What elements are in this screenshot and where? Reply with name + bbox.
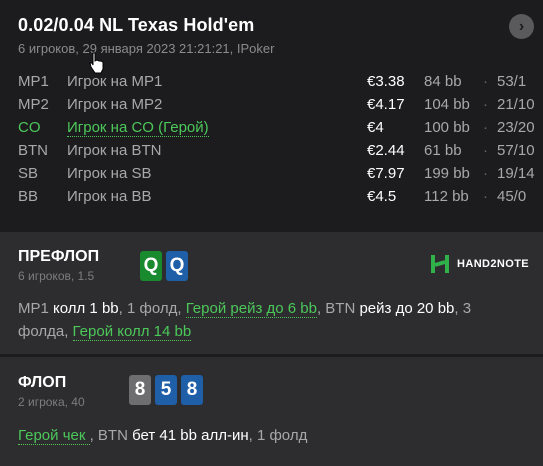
player-stack: €3.38 [367,73,405,90]
player-stats: 21/10 [497,96,535,113]
stat-separator: · [483,119,488,136]
next-chevron-button[interactable]: › [509,14,534,39]
logo-text: HAND2NOTE [457,258,530,270]
playing-card: Q [140,251,162,281]
player-name[interactable]: Игрок на MP1 [67,73,162,90]
action-text: , 1 фолд, [118,300,186,317]
action-text: , 1 фолд [248,427,308,444]
player-stack: €7.97 [367,165,405,182]
action-amount: колл 1 bb [53,300,119,317]
action-amount: рейз до 20 bb [359,300,455,317]
player-row: BTN Игрок на BTN €2.44 61 bb · 57/10 [0,142,543,165]
flop-section: ФЛОП 2 игрока, 40 858 Герой чек , BTN бе… [0,357,543,466]
hero-action[interactable]: Герой рейз до 6 bb [185,300,317,318]
player-row: MP1 Игрок на MP1 €3.38 84 bb · 53/1 [0,73,543,96]
stat-separator: · [483,165,488,182]
player-position: BB [18,188,39,205]
playing-card: 8 [129,375,151,405]
playing-card: 5 [155,375,177,405]
chevron-right-icon: › [518,17,525,35]
action-amount: бет 41 bb алл-ин [132,427,249,444]
player-name[interactable]: Игрок на SB [67,165,151,182]
action-text: MP1 [18,300,54,317]
preflop-subtitle: 6 игроков, 1.5 [18,269,95,283]
player-position: CO [18,119,41,136]
player-name[interactable]: Игрок на BTN [67,142,161,159]
player-row: CO Игрок на CO (Герой) €4 100 bb · 23/20 [0,119,543,142]
flop-title: ФЛОП [18,374,67,391]
hand-title: 0.02/0.04 NL Texas Hold'em [18,15,255,35]
player-row: BB Игрок на BB €4.5 112 bb · 45/0 [0,188,543,211]
player-name[interactable]: Игрок на BB [67,188,151,205]
player-name[interactable]: Игрок на CO (Герой) [67,119,209,137]
mouse-pointer-icon [89,52,104,74]
player-name[interactable]: Игрок на MP2 [67,96,162,113]
playing-card: Q [166,251,188,281]
hand-subtitle: 6 игроков, 29 января 2023 21:21:21, IPok… [18,41,275,56]
playing-card: 8 [181,375,203,405]
player-stats: 57/10 [497,142,535,159]
player-position: MP2 [18,96,49,113]
stat-separator: · [483,188,488,205]
players-list: MP1 Игрок на MP1 €3.38 84 bb · 53/1 MP2 Игрок н… [0,73,543,211]
hero-action[interactable]: Герой колл 14 bb [72,323,192,341]
player-stack: €4.17 [367,96,405,113]
player-stats: 45/0 [497,188,527,205]
player-stack-bb: 61 bb [424,142,462,159]
stat-separator: · [483,73,488,90]
player-stack: €4 [367,119,384,136]
player-row: SB Игрок на SB €7.97 199 bb · 19/14 [0,165,543,188]
preflop-section: ПРЕФЛОП 6 игроков, 1.5 QQ MP1 колл 1 bb,… [0,232,543,354]
hero-action[interactable]: Герой чек [18,427,90,445]
hand2note-logo: HAND2NOTE [429,253,529,275]
player-position: MP1 [18,73,49,90]
player-stack-bb: 104 bb [424,96,470,113]
player-stack-bb: 100 bb [424,119,470,136]
player-stack-bb: 112 bb [424,188,469,205]
player-stats: 19/14 [497,165,535,182]
player-position: BTN [18,142,48,159]
player-stack-bb: 199 bb [424,165,470,182]
action-text: , BTN [89,427,133,444]
hand-header: 0.02/0.04 NL Texas Hold'em 6 игроков, 29… [0,0,543,232]
action-text: , BTN [316,300,360,317]
flop-subtitle: 2 игрока, 40 [18,395,85,409]
player-stats: 23/20 [497,119,535,136]
hero-hole-cards: QQ [140,251,188,281]
player-stack: €2.44 [367,142,405,159]
player-row: MP2 Игрок на MP2 €4.17 104 bb · 21/10 [0,96,543,119]
player-stack: €4.5 [367,188,397,205]
player-stats: 53/1 [497,73,527,90]
preflop-actions: MP1 колл 1 bb, 1 фолд, Герой рейз до 6 b… [18,297,523,343]
flop-actions: Герой чек , BTN бет 41 bb алл-ин, 1 фолд [18,424,523,447]
flop-board-cards: 858 [129,375,203,405]
hand2note-logo-icon [431,255,449,273]
stat-separator: · [483,142,488,159]
player-position: SB [18,165,39,182]
preflop-title: ПРЕФЛОП [18,248,100,265]
player-stack-bb: 84 bb [424,73,462,90]
stat-separator: · [483,96,488,113]
